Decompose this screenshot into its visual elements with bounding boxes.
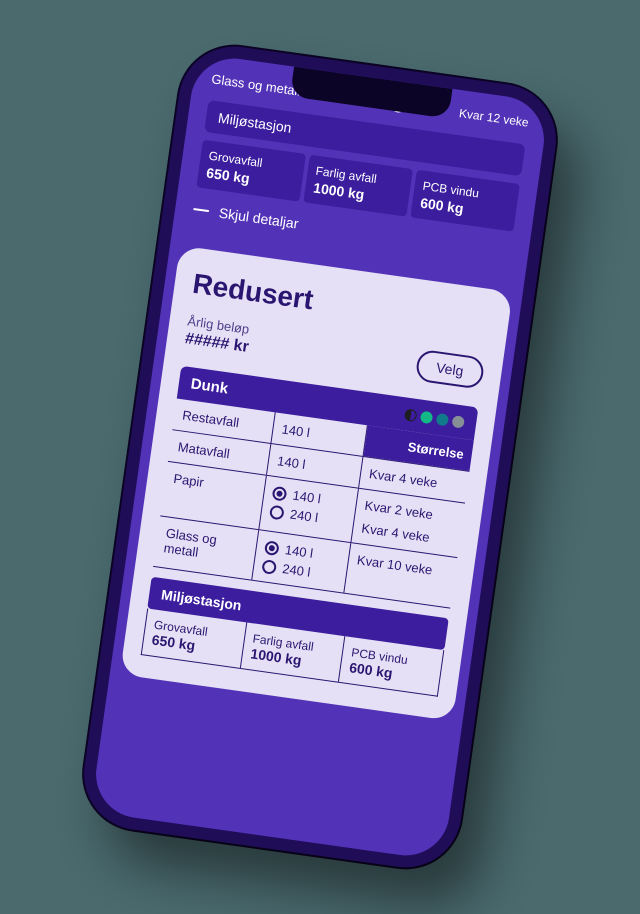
radio-icon bbox=[264, 540, 280, 556]
station-cell-farlig: Farlig avfall 1000 kg bbox=[303, 155, 413, 217]
minus-icon bbox=[193, 208, 209, 212]
redusert-plan-card: Redusert Årlig beløp ##### kr Velg Dunk bbox=[120, 245, 513, 721]
select-plan-button[interactable]: Velg bbox=[414, 349, 485, 390]
station-cell-grovavfall: Grovavfall 650 kg bbox=[196, 140, 306, 202]
legend-dot-icon bbox=[452, 415, 466, 429]
radio-icon bbox=[262, 559, 278, 575]
dunk-label: Dunk bbox=[190, 375, 230, 397]
bin-color-legend bbox=[404, 408, 465, 428]
phone-frame: Glass og metall 240 l Kvar 12 veke Miljø… bbox=[77, 39, 563, 874]
legend-dot-icon bbox=[404, 408, 418, 422]
app-screen: Glass og metall 240 l Kvar 12 veke Miljø… bbox=[90, 53, 549, 861]
yearly-amount-block: Årlig beløp ##### kr bbox=[184, 313, 252, 357]
hide-details-label: Skjul detaljar bbox=[218, 205, 300, 232]
legend-dot-icon bbox=[436, 412, 450, 426]
phone-mockup: Glass og metall 240 l Kvar 12 veke Miljø… bbox=[77, 39, 563, 874]
station-cell-pcb: PCB vindu 600 kg bbox=[410, 170, 520, 232]
legend-dot-icon bbox=[420, 410, 434, 424]
radio-icon bbox=[272, 485, 288, 501]
frequency-label: Kvar 12 veke bbox=[447, 99, 530, 136]
radio-icon bbox=[269, 504, 285, 520]
